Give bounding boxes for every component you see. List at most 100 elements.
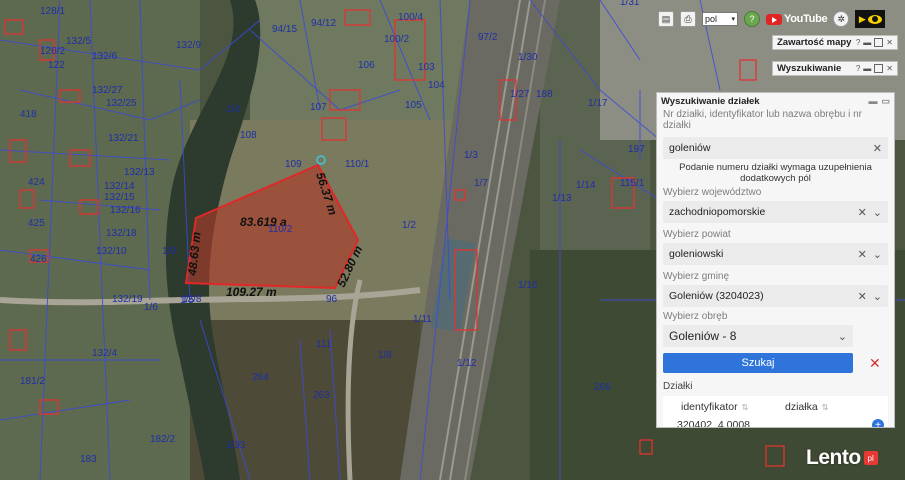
parcel-number-label: 183 (80, 454, 97, 465)
parcel-number-label: 1/31 (620, 0, 640, 8)
query-value: goleniów (669, 142, 711, 154)
parcel-number-label: 132/21 (108, 133, 139, 144)
gmina-value: Goleniów (3204023) (669, 290, 764, 302)
info-note: Podanie numeru działki wymaga uzupełnien… (679, 162, 872, 184)
parcel-number-label: 107 (310, 102, 327, 113)
chevron-down-icon[interactable]: ⌄ (873, 290, 882, 303)
map-toolbar: ▤ ⎙ pol ▾ ? YouTube ✲ ▶ (658, 8, 900, 30)
parcel-number-label: 132/27 (92, 85, 123, 96)
parcel-number-label: 424 (28, 177, 45, 188)
column-identyfikator[interactable]: identyfikator ⇅ (681, 401, 785, 413)
collapse-icon[interactable]: ▭ (881, 96, 890, 107)
close-icon[interactable]: ✕ (886, 38, 893, 47)
parcel-number-label: 103 (418, 62, 435, 73)
maximize-icon[interactable] (874, 64, 884, 73)
view-toggle-button[interactable]: ▶ (855, 10, 886, 28)
clear-icon[interactable]: ✕ (858, 248, 867, 261)
minimize-icon[interactable]: ▬ (863, 64, 871, 73)
parcel-number-label: 122 (48, 60, 65, 71)
language-value: pol (705, 14, 718, 24)
obreb-select[interactable]: Goleniów - 8 ⌄ (663, 325, 853, 347)
parcel-number-label: 94/12 (311, 18, 336, 29)
clear-icon[interactable]: ✕ (858, 206, 867, 219)
wojewodztwo-label: Wybierz województwo (663, 187, 762, 198)
parcel-number-label: 426 (30, 254, 47, 265)
query-label: Nr działki, identyfikator lub nazwa obrę… (663, 109, 862, 131)
maximize-icon[interactable] (874, 38, 884, 47)
parcel-number-label: 132/10 (96, 246, 127, 257)
youtube-link[interactable]: YouTube (766, 13, 828, 25)
parcel-number-label: 111 (316, 339, 332, 350)
parcel-number-label: 1/9 (162, 246, 176, 257)
parcel-number-label: 132/19 (112, 294, 143, 305)
print-icon[interactable]: ⎙ (680, 11, 696, 27)
watermark-text: Lento (806, 446, 861, 469)
parcel-number-label: 115/1 (620, 178, 645, 189)
watermark-badge: pl (863, 451, 878, 465)
minimize-icon[interactable]: ▬ (868, 96, 877, 107)
parcel-number-label: 132/16 (110, 205, 141, 216)
parcel-number-label: 266 (594, 382, 611, 393)
language-select[interactable]: pol ▾ (702, 12, 738, 26)
parcel-number-label: 97/2 (478, 32, 498, 43)
map-content-title: Zawartość mapy (777, 37, 852, 48)
powiat-label: Wybierz powiat (663, 229, 731, 240)
parcel-number-label: 1/7 (474, 178, 488, 189)
help-icon[interactable]: ? (744, 11, 760, 27)
search-panel-tab[interactable]: Wyszukiwanie ? ▬ ✕ (772, 61, 898, 76)
gmina-select[interactable]: Goleniów (3204023) ✕ ⌄ (663, 285, 888, 307)
results-table-header: identyfikator ⇅ działka ⇅ (663, 396, 888, 418)
add-icon[interactable]: + (872, 419, 884, 427)
parcel-number-label: 132/18 (106, 228, 137, 239)
panel-title: Wyszukiwanie działek (661, 95, 760, 107)
parcel-number-label: 132/14 (104, 181, 135, 192)
clear-icon[interactable]: ✕ (873, 142, 882, 155)
search-button[interactable]: Szukaj (663, 353, 853, 373)
parcel-number-label: 94/15 (272, 24, 297, 35)
search-panel-title: Wyszukiwanie (777, 63, 842, 74)
parcel-number-label: 1/13 (552, 193, 572, 204)
parcel-number-label: 12/8 (182, 294, 202, 305)
parcel-number-label: 132/13 (124, 167, 155, 178)
sort-icon: ⇅ (821, 402, 829, 412)
settings-icon[interactable]: ✲ (833, 11, 850, 27)
chevron-down-icon[interactable]: ⌄ (873, 248, 882, 261)
column-dzialka[interactable]: działka ⇅ (785, 401, 828, 413)
chevron-down-icon[interactable]: ⌄ (873, 206, 882, 219)
parcel-number-label: 1/12 (457, 358, 477, 369)
parcel-number-label: 418 (20, 109, 37, 120)
parcel-number-label: 109 (285, 159, 302, 170)
map-content-panel[interactable]: Zawartość mapy ? ▬ ✕ (772, 35, 898, 50)
parcel-number-label: 181/2 (20, 376, 45, 387)
query-input[interactable]: goleniów ✕ (663, 137, 888, 159)
parcel-number-label: 106 (358, 60, 375, 71)
help-icon[interactable]: ? (856, 64, 860, 73)
parcel-number-label: 100/2 (384, 34, 409, 45)
reset-icon[interactable]: ✕ (869, 355, 881, 372)
gmina-label: Wybierz gminę (663, 271, 730, 282)
parcel-number-label: 110/1 (345, 159, 370, 170)
parcel-number-label: 1/2 (402, 220, 416, 231)
clear-icon[interactable]: ✕ (858, 290, 867, 303)
help-icon[interactable]: ? (856, 38, 860, 47)
sort-icon: ⇅ (741, 402, 749, 412)
arrow-right-icon: ▶ (858, 13, 866, 24)
results-label: Działki (663, 381, 693, 392)
parcel-dim-bottom: 109.27 m (226, 285, 277, 299)
lento-watermark: Lento pl (806, 446, 878, 470)
obreb-value: Goleniów - 8 (669, 329, 737, 343)
eye-icon (867, 14, 882, 24)
table-row[interactable]: 320402_4.0008 + (663, 418, 888, 427)
parcel-number-label: 1/30 (518, 52, 538, 63)
minimize-icon[interactable]: ▬ (863, 38, 871, 47)
chevron-down-icon: ▾ (731, 16, 735, 23)
wojewodztwo-select[interactable]: zachodniopomorskie ✕ ⌄ (663, 201, 888, 223)
parcel-number-label: 104 (428, 80, 445, 91)
close-icon[interactable]: ✕ (886, 64, 893, 73)
parcel-number-label: 128/1 (40, 6, 65, 17)
document-icon[interactable]: ▤ (658, 11, 674, 27)
parcel-number-label: 132/25 (106, 98, 137, 109)
parcel-search-panel: Wyszukiwanie działek ▬ ▭ Nr działki, ide… (656, 92, 895, 428)
powiat-select[interactable]: goleniowski ✕ ⌄ (663, 243, 888, 265)
parcel-number-label: 132/5 (66, 36, 91, 47)
